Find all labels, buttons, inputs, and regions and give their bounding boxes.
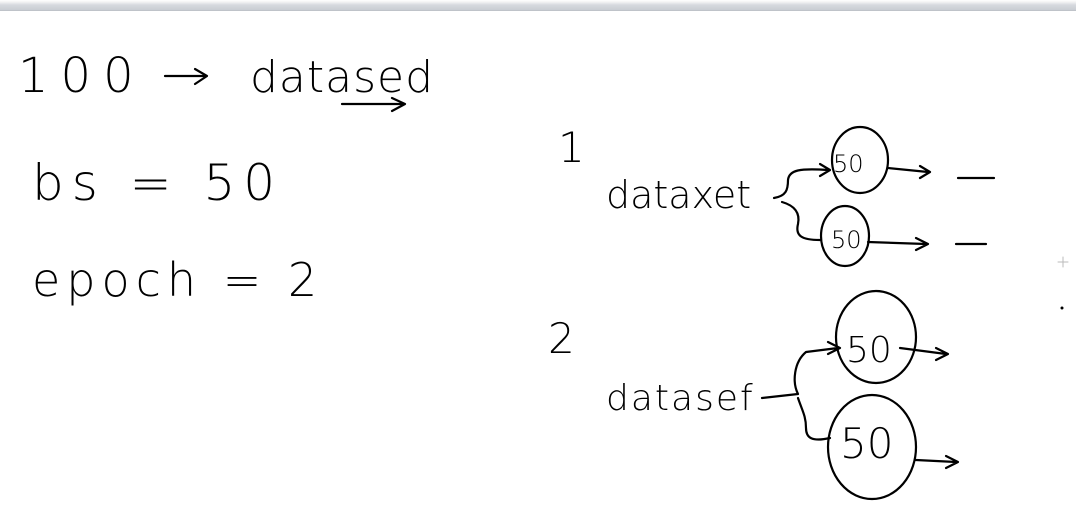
- epoch1-bottom-arrow: [866, 236, 930, 252]
- epoch2-batch-bottom-label: 50: [840, 419, 893, 468]
- epoch1-top-arrow: [886, 164, 932, 180]
- whiteboard-canvas[interactable]: 100 datased bs = 50 epoch = 2 1 dataxet …: [0, 10, 1076, 523]
- epoch1-batch-top-label: 50: [833, 150, 864, 178]
- epoch1-label: 1: [558, 123, 585, 172]
- line3-text: epoch = 2: [32, 253, 323, 307]
- cursor-crosshair-icon: [1057, 256, 1069, 268]
- line1-number: 100: [18, 48, 146, 104]
- epoch2-label: 2: [548, 314, 575, 363]
- epoch2-split: [760, 340, 842, 441]
- epoch2-word: datasef: [606, 378, 755, 419]
- line2-text: bs = 50: [32, 154, 283, 212]
- line1-arrow: [163, 67, 209, 86]
- stray-dot: [1060, 306, 1064, 310]
- epoch2-bottom-arrow: [914, 454, 960, 470]
- epoch1-batch-bottom-label: 50: [831, 226, 862, 254]
- epoch1-word: dataxet: [606, 173, 751, 217]
- epoch2-batch-top-label: 50: [846, 330, 892, 371]
- epoch2-top-arrow: [898, 346, 950, 362]
- line1-word: datased: [250, 52, 434, 103]
- handwriting-svg: 100 datased bs = 50 epoch = 2 1 dataxet …: [18, 48, 1069, 501]
